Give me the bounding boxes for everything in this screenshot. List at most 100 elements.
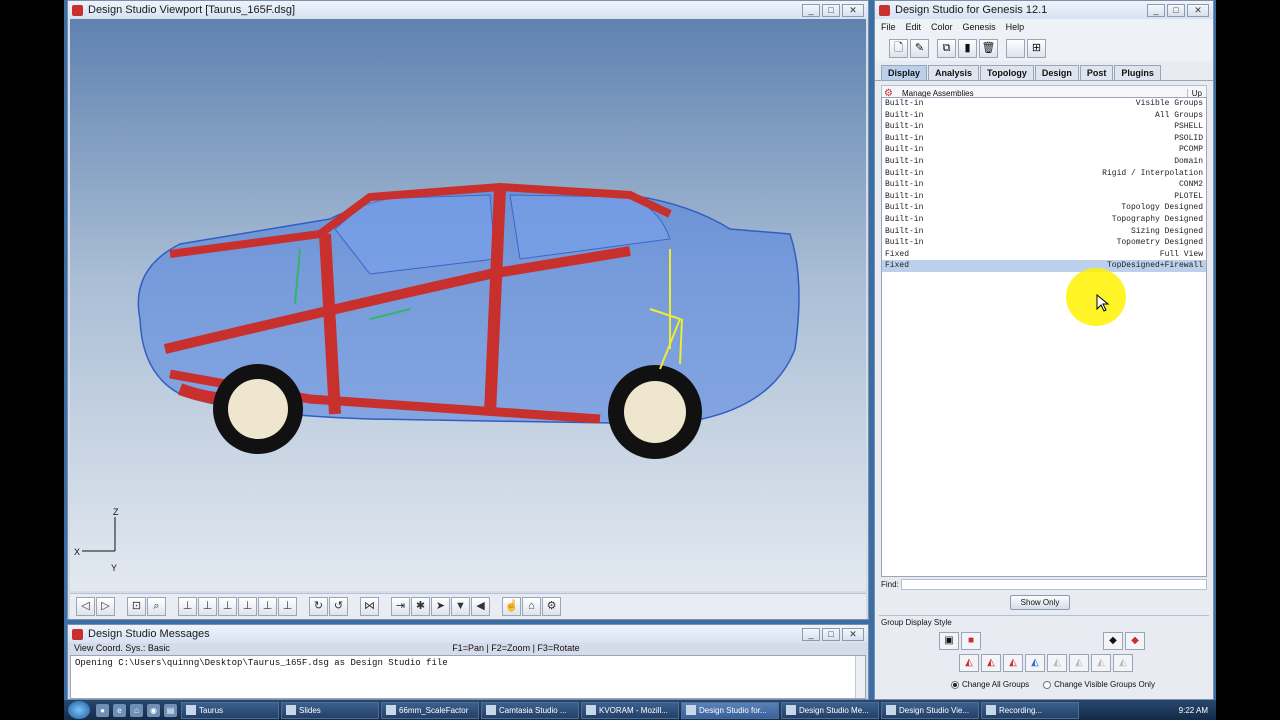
taskbar-item[interactable]: Taurus	[181, 701, 279, 719]
minimize-button[interactable]: _	[1147, 3, 1165, 17]
surface-icon[interactable]: ◆	[1103, 632, 1123, 650]
style-6-icon[interactable]: ◭	[1069, 654, 1089, 672]
taskbar-item[interactable]: Design Studio Me...	[781, 701, 879, 719]
style-7-icon[interactable]: ◭	[1091, 654, 1111, 672]
close-button[interactable]: ✕	[842, 3, 864, 17]
edit-icon[interactable]: ✎	[910, 38, 929, 58]
tab-display[interactable]: Display	[881, 65, 928, 80]
paste-icon[interactable]: ▮	[958, 38, 977, 58]
list-item[interactable]: Built-in Visible Groups	[882, 98, 1206, 110]
list-item[interactable]: Built-in CONM2	[882, 179, 1206, 191]
menu-genesis[interactable]: Genesis	[963, 22, 996, 32]
view-iso3-icon[interactable]: ⊥	[218, 597, 237, 616]
rotate-y-icon[interactable]: ↺	[329, 597, 348, 616]
minimize-button[interactable]: _	[802, 3, 820, 17]
list-item-selected[interactable]: Fixed TopDesigned+Firewall	[882, 260, 1206, 272]
camtasia-icon[interactable]: ◉	[147, 703, 160, 717]
view-iso2-icon[interactable]: ⊥	[198, 597, 217, 616]
list-item[interactable]: Fixed Full View	[882, 249, 1206, 261]
settings-icon[interactable]: ⚙	[542, 597, 561, 616]
tab-analysis[interactable]: Analysis	[928, 65, 980, 80]
ie-icon[interactable]: e	[113, 703, 126, 717]
taskbar-item[interactable]: Design Studio Vie...	[881, 701, 979, 719]
grid-icon[interactable]: ⊞	[1027, 38, 1046, 58]
close-button[interactable]: ✕	[842, 627, 864, 641]
arrow-left-icon[interactable]: ◀	[471, 597, 490, 616]
mouse-icon[interactable]: ⌂	[522, 597, 541, 616]
3d-canvas[interactable]: Z X Y	[70, 19, 866, 591]
genesis-titlebar[interactable]: Design Studio for Genesis 12.1 _ □ ✕	[875, 1, 1213, 19]
taskbar-item[interactable]: KVORAM - Mozill...	[581, 701, 679, 719]
fit-view-icon[interactable]: ⊡	[127, 597, 146, 616]
tab-post[interactable]: Post	[1079, 65, 1114, 80]
message-scrollbar[interactable]	[855, 656, 865, 698]
maximize-button[interactable]: □	[822, 3, 840, 17]
menu-color[interactable]: Color	[931, 22, 953, 32]
rotate-x-icon[interactable]: ↻	[309, 597, 328, 616]
style-5-icon[interactable]: ◭	[1047, 654, 1067, 672]
start-button[interactable]	[68, 701, 90, 719]
style-4-icon[interactable]: ◭	[1025, 654, 1045, 672]
taskbar-item[interactable]: 66mm_ScaleFactor	[381, 701, 479, 719]
group-list[interactable]: Built-in Visible Groups Built-in All Group…	[881, 97, 1207, 577]
viewport-titlebar[interactable]: Design Studio Viewport [Taurus_165F.dsg]…	[68, 1, 868, 19]
maximize-button[interactable]: □	[822, 627, 840, 641]
list-item[interactable]: Built-in Rigid / Interpolation	[882, 168, 1206, 180]
taskbar-item[interactable]: Recording...	[981, 701, 1079, 719]
firefox-icon[interactable]: ●	[96, 703, 109, 717]
minimize-button[interactable]: _	[802, 627, 820, 641]
folder-icon[interactable]: ▤	[164, 703, 177, 717]
list-item[interactable]: Built-in Topometry Designed	[882, 237, 1206, 249]
list-item[interactable]: Built-in Topography Designed	[882, 214, 1206, 226]
show-only-button[interactable]: Show Only	[1010, 595, 1070, 610]
tab-design[interactable]: Design	[1034, 65, 1079, 80]
shrink-icon[interactable]: ⇥	[391, 597, 410, 616]
wireframe-cube-icon[interactable]: ▣	[939, 632, 959, 650]
view-iso1-icon[interactable]: ⊥	[178, 597, 197, 616]
list-item[interactable]: Built-in Topology Designed	[882, 202, 1206, 214]
expand-icon[interactable]: ✱	[411, 597, 430, 616]
taskbar-item[interactable]: Slides	[281, 701, 379, 719]
menu-help[interactable]: Help	[1006, 22, 1025, 32]
style-8-icon[interactable]: ◭	[1113, 654, 1133, 672]
list-item[interactable]: Built-in Domain	[882, 156, 1206, 168]
view-iso6-icon[interactable]: ⊥	[278, 597, 297, 616]
list-item[interactable]: Built-in PSOLID	[882, 133, 1206, 145]
list-item[interactable]: Built-in PCOMP	[882, 144, 1206, 156]
home-icon[interactable]: ⌂	[130, 703, 143, 717]
blank-icon[interactable]	[1006, 38, 1025, 58]
maximize-button[interactable]: □	[1167, 3, 1185, 17]
forward-view-icon[interactable]: ▷	[96, 597, 115, 616]
style-2-icon[interactable]: ◭	[981, 654, 1001, 672]
copy-icon[interactable]: ⧉	[937, 38, 956, 58]
radio-change-all[interactable]: Change All Groups	[951, 680, 1029, 689]
taskbar-item[interactable]: Camtasia Studio ...	[481, 701, 579, 719]
list-item[interactable]: Built-in Sizing Designed	[882, 226, 1206, 238]
taskbar-item-active[interactable]: Design Studio for...	[681, 701, 779, 719]
zoom-box-icon[interactable]: ⌕	[147, 597, 166, 616]
new-file-icon[interactable]: 🗋	[889, 38, 908, 58]
list-item[interactable]: Built-in PSHELL	[882, 121, 1206, 133]
shaded-surface-icon[interactable]: ◆	[1125, 632, 1145, 650]
trash-icon[interactable]: 🗑	[979, 38, 998, 58]
message-log[interactable]: Opening C:\Users\quinng\Desktop\Taurus_1…	[70, 655, 866, 699]
list-item[interactable]: Built-in PLOTEL	[882, 191, 1206, 203]
menu-edit[interactable]: Edit	[906, 22, 922, 32]
back-view-icon[interactable]: ◁	[76, 597, 95, 616]
messages-titlebar[interactable]: Design Studio Messages _ □ ✕	[68, 625, 868, 643]
pick-icon[interactable]: ☝	[502, 597, 521, 616]
close-button[interactable]: ✕	[1187, 3, 1209, 17]
menu-file[interactable]: File	[881, 22, 896, 32]
arrow-down-icon[interactable]: ▼	[451, 597, 470, 616]
tab-topology[interactable]: Topology	[980, 65, 1034, 80]
arrow-right-icon[interactable]: ➤	[431, 597, 450, 616]
style-1-icon[interactable]: ◭	[959, 654, 979, 672]
shaded-cube-icon[interactable]: ■	[961, 632, 981, 650]
view-iso4-icon[interactable]: ⊥	[238, 597, 257, 616]
style-3-icon[interactable]: ◭	[1003, 654, 1023, 672]
view-iso5-icon[interactable]: ⊥	[258, 597, 277, 616]
tab-plugins[interactable]: Plugins	[1114, 65, 1161, 80]
find-input[interactable]	[900, 578, 1207, 590]
section-icon[interactable]: ⋈	[360, 597, 379, 616]
radio-change-visible[interactable]: Change Visible Groups Only	[1043, 680, 1155, 689]
